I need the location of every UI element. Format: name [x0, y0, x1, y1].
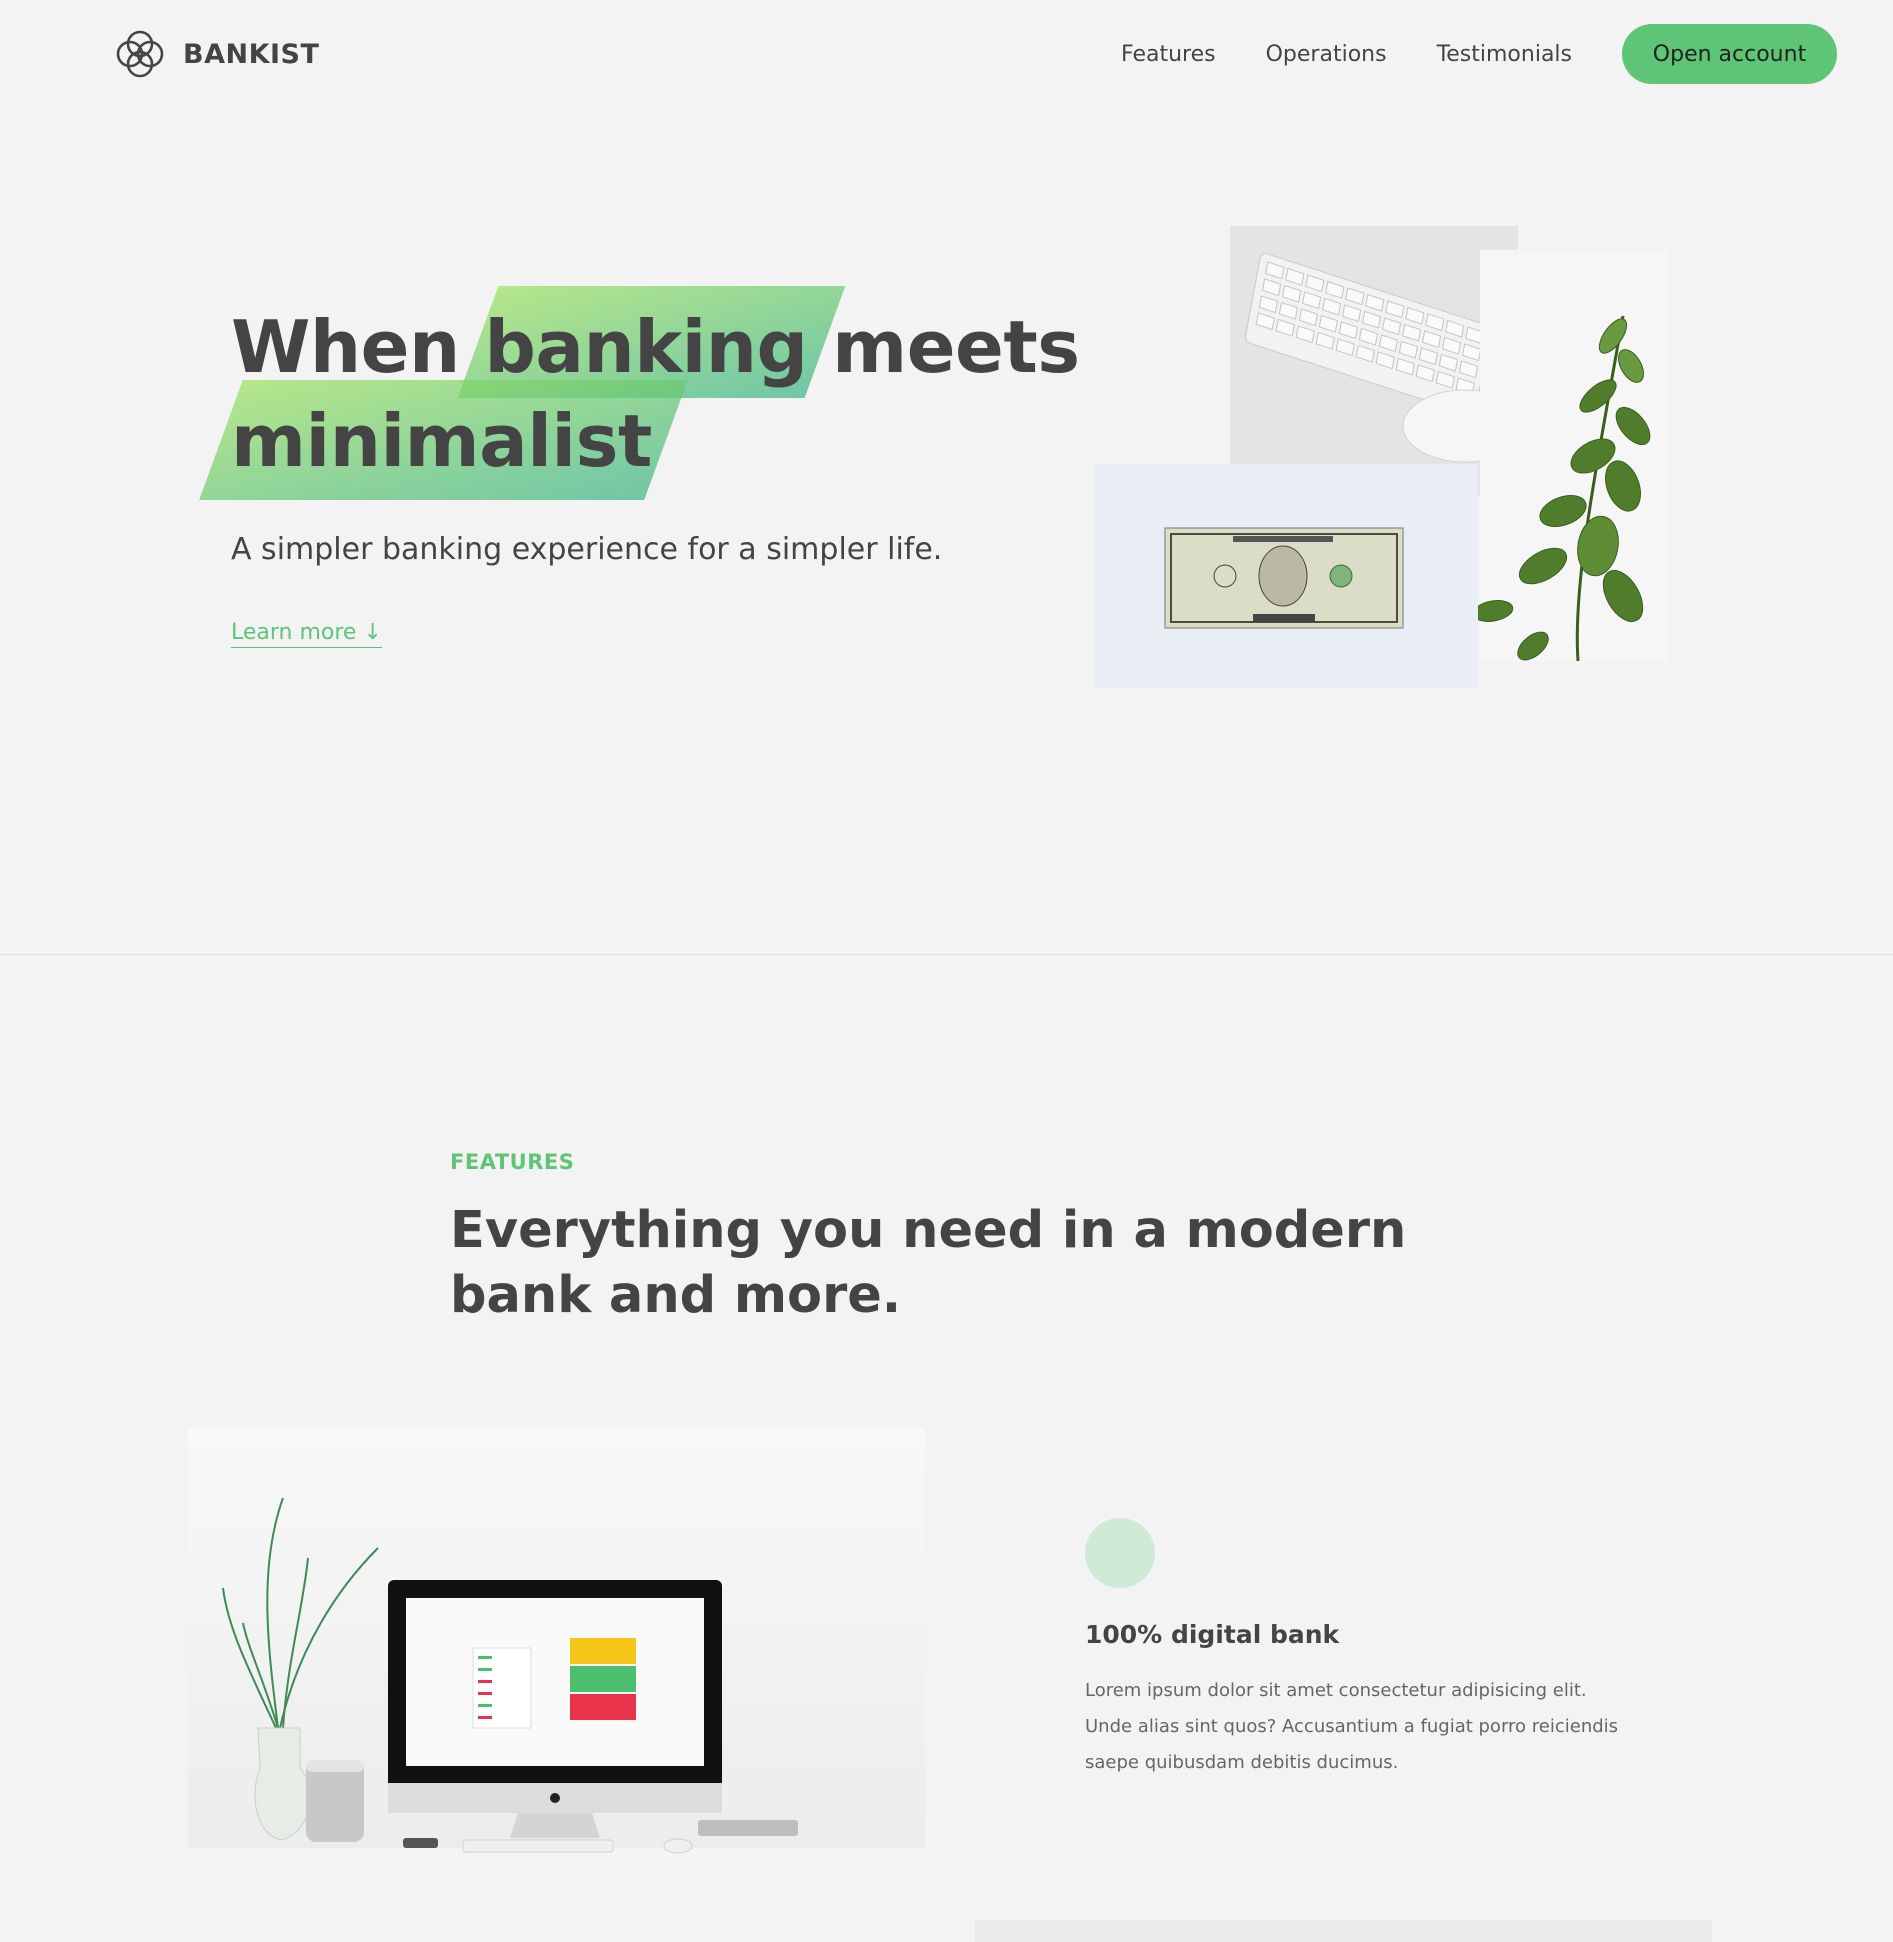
digital-bank-image: [188, 1428, 925, 1865]
section-divider: [0, 954, 1893, 955]
next-feature-image-placeholder: [975, 1920, 1712, 1942]
learn-more-link[interactable]: Learn more ↓: [231, 620, 382, 648]
logo-icon: [116, 30, 164, 78]
hero-title-line-2: minimalist: [231, 394, 1080, 488]
computer-monitor: [388, 1580, 722, 1838]
nav-link-testimonials[interactable]: Testimonials: [1437, 42, 1572, 67]
brand-logo[interactable]: BANKIST: [111, 25, 319, 83]
nav-link-operations[interactable]: Operations: [1266, 42, 1387, 67]
hero-title-word: meets: [832, 305, 1080, 389]
section-title: Everything you need in a modern bank and…: [450, 1201, 1407, 1325]
feature-title: 100% digital bank: [1085, 1620, 1340, 1649]
navbar: BANKIST Features Operations Testimonials…: [0, 0, 1893, 110]
dollar-bill-image: [1164, 527, 1404, 629]
brand-name: BANKIST: [183, 38, 320, 70]
nav-links: Features Operations Testimonials Open ac…: [1121, 24, 1837, 84]
hero-illustration: [1093, 226, 1668, 688]
nav-link-features[interactable]: Features: [1121, 42, 1216, 67]
open-account-button[interactable]: Open account: [1622, 24, 1837, 84]
hero-title: When banking meets minimalist: [231, 300, 1080, 488]
feature-description: Lorem ipsum dolor sit amet consectetur a…: [1085, 1680, 1619, 1773]
hero-subtitle: A simpler banking experience for a simpl…: [231, 532, 943, 567]
feature-icon-circle: [1085, 1518, 1155, 1588]
hero-title-word: When: [231, 305, 460, 389]
hero-highlight-minimalist: minimalist: [231, 394, 652, 488]
section-label: FEATURES: [450, 1150, 575, 1174]
